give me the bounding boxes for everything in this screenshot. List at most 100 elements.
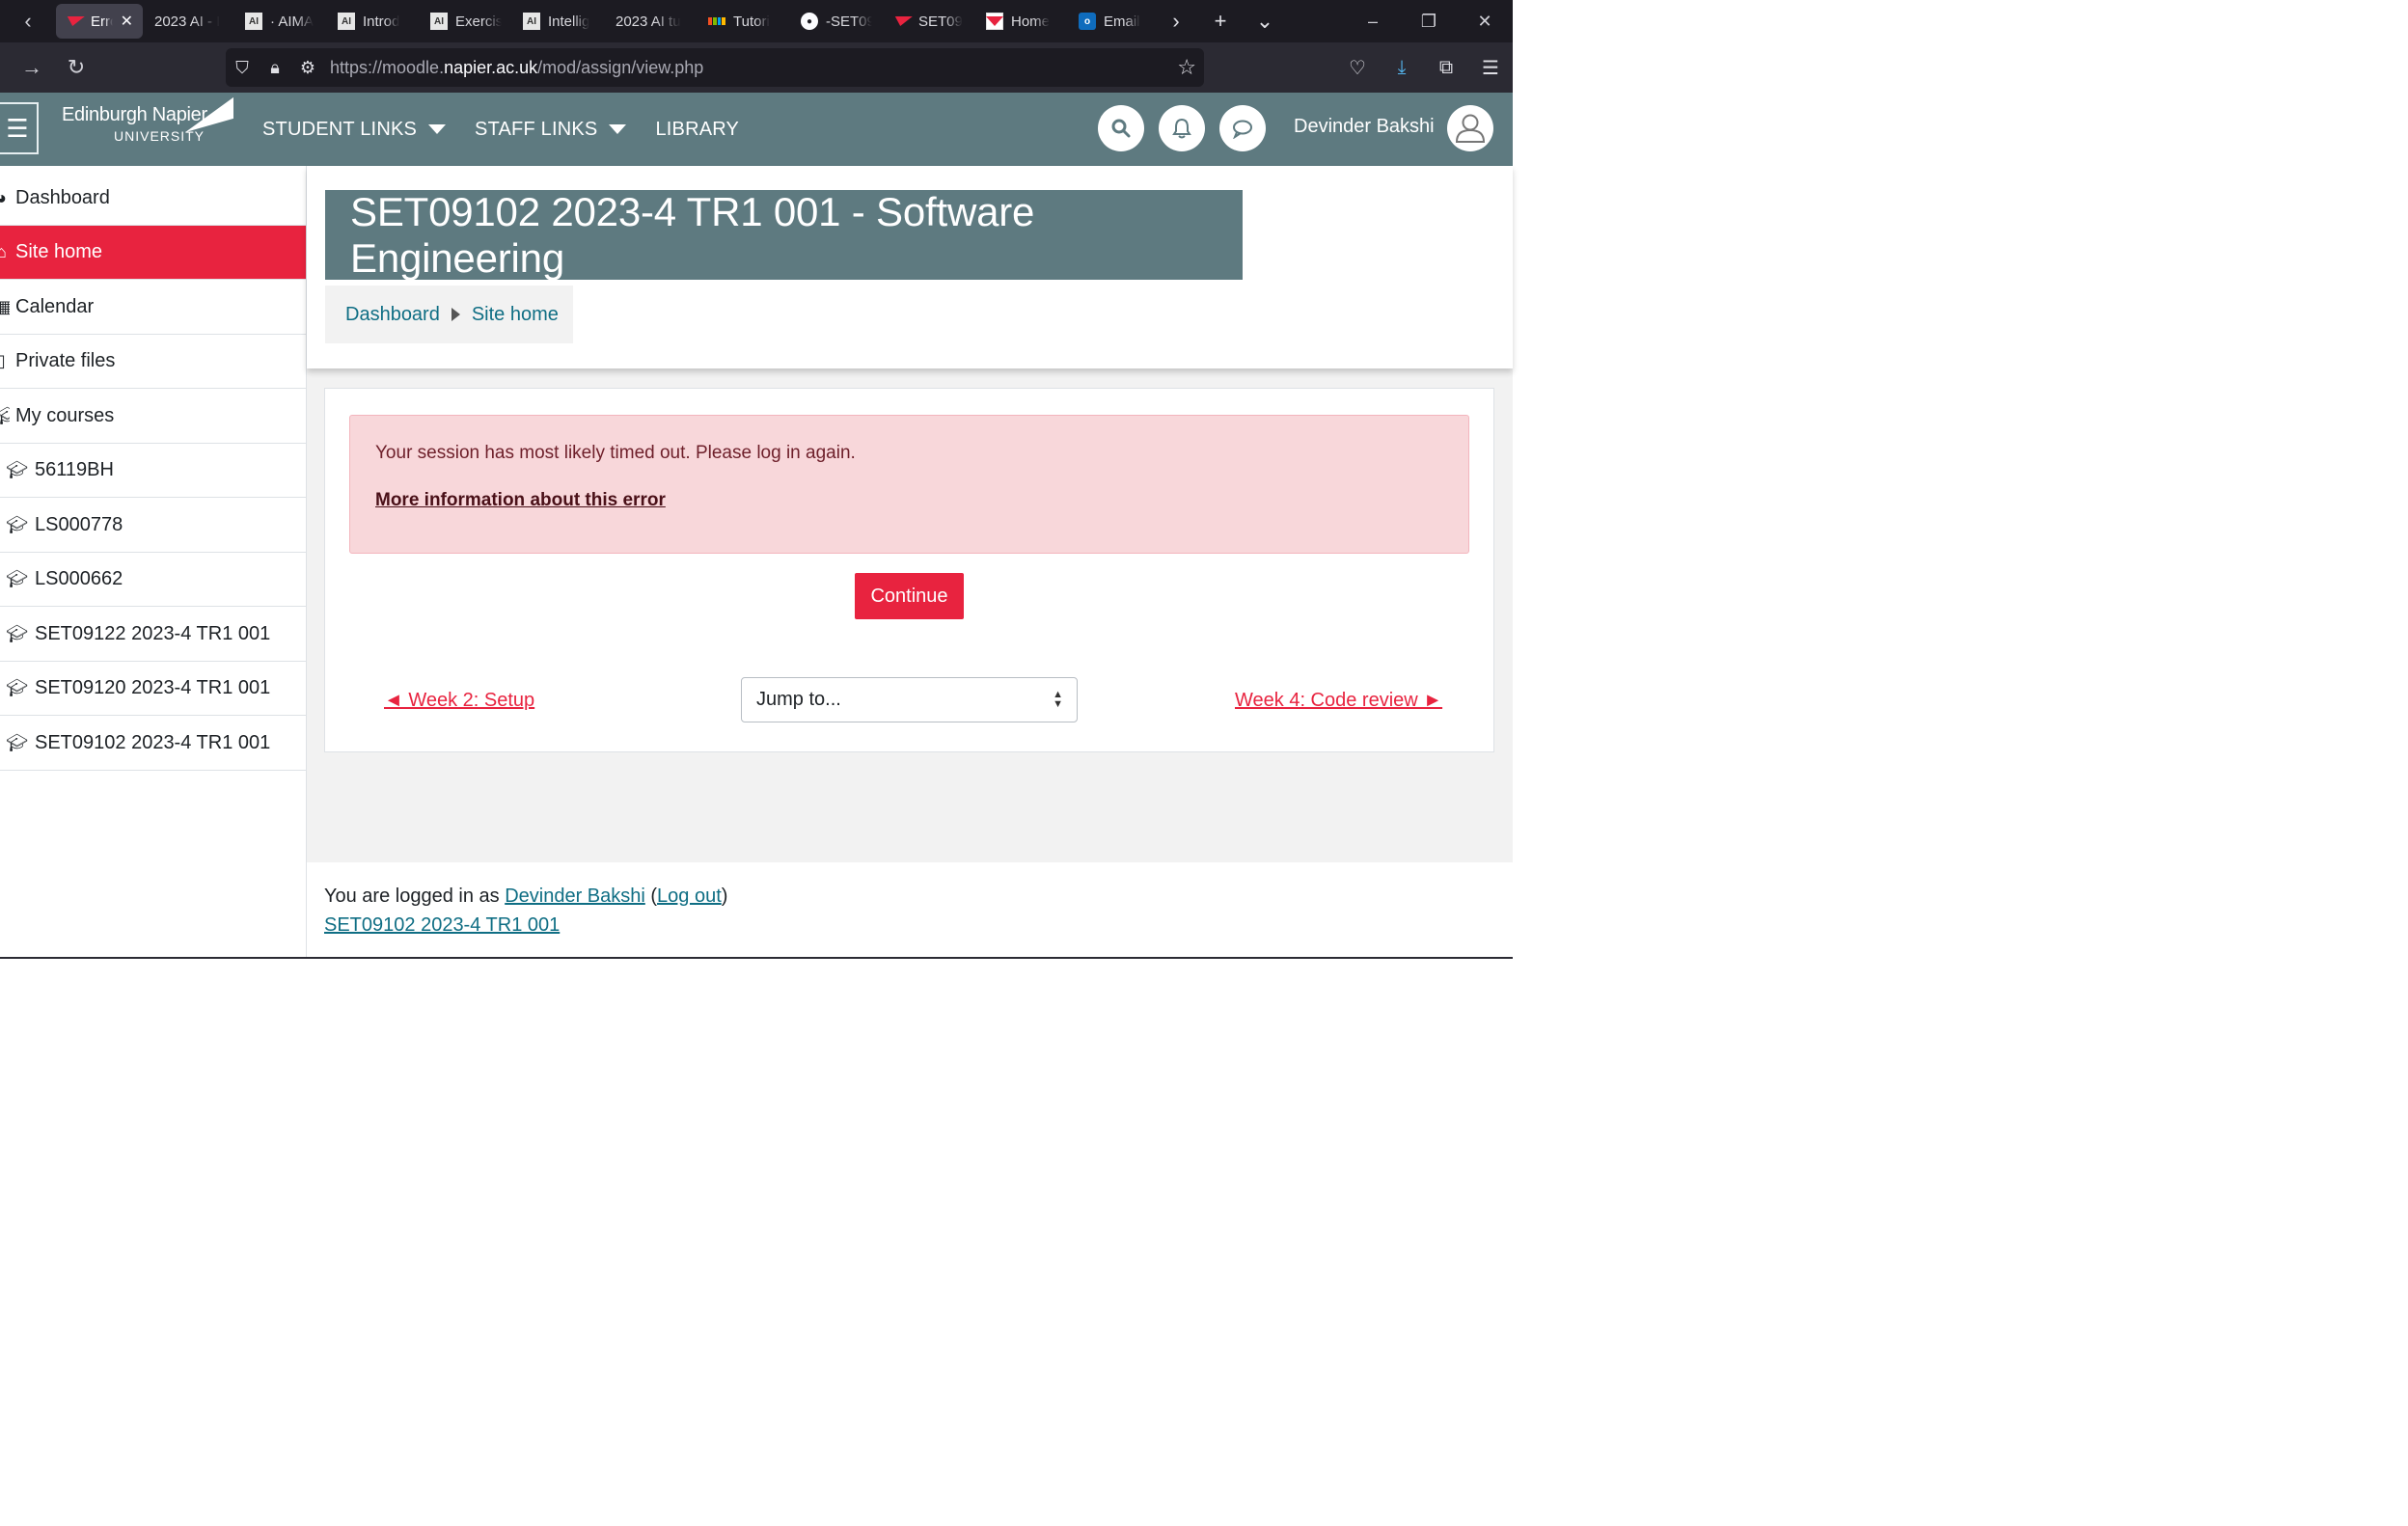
browser-tab[interactable]: AI · AIMA [235, 4, 326, 39]
close-window-icon[interactable]: ✕ [1457, 0, 1513, 42]
select-arrows-icon: ▲ ▼ [1053, 689, 1063, 710]
page-footer [307, 862, 1513, 959]
sidebar-course-item[interactable]: 🎓︎ SET09122 2023-4 TR1 001 [0, 608, 306, 662]
browser-tab[interactable]: Home [976, 4, 1067, 39]
sidebar-course-item[interactable]: 🎓︎ LS000778 [0, 499, 306, 553]
github-icon: ● [801, 13, 818, 30]
tab-scroll-right-icon[interactable]: › [1154, 0, 1198, 42]
sidebar-item-calendar[interactable]: ▦ Calendar [0, 281, 306, 335]
url-text[interactable]: https://moodle.napier.ac.uk/mod/assign/v… [330, 58, 703, 78]
browser-tab[interactable]: o Email [1069, 4, 1156, 39]
course-label: SET09120 2023-4 TR1 001 [35, 677, 271, 698]
napier-icon [891, 13, 913, 30]
reload-icon[interactable]: ↻ [54, 48, 98, 87]
continue-button[interactable]: Continue [855, 573, 964, 619]
next-activity-link[interactable]: Week 4: Code review ► [1235, 690, 1442, 712]
user-name[interactable]: Devinder Bakshi [1294, 116, 1435, 138]
extensions-icon[interactable]: ⧉ [1424, 42, 1468, 93]
browser-tab-bar: ‹ Error ✕ 2023 AI - I AI · AIMA AI Intro… [0, 0, 1513, 42]
notifications-button[interactable] [1159, 105, 1205, 151]
download-icon[interactable]: ⤓ [1380, 42, 1424, 93]
browser-tab[interactable]: 2023 AI - I [145, 4, 233, 39]
logged-in-prefix: You are logged in as [324, 886, 506, 907]
staff-links-label: STAFF LINKS [475, 118, 598, 140]
sidebar-item-dashboard[interactable]: ◕ Dashboard [0, 172, 306, 226]
breadcrumb-dashboard[interactable]: Dashboard [345, 304, 440, 326]
sidebar-item-label: Calendar [15, 296, 95, 317]
sidebar-course-item[interactable]: 🎓︎ SET09102 2023-4 TR1 001 [0, 717, 306, 771]
sidebar-item-private-files[interactable]: ▯ Private files [0, 335, 306, 389]
sidebar-course-item[interactable]: 🎓︎ SET09120 2023-4 TR1 001 [0, 662, 306, 716]
user-avatar-icon [1455, 114, 1486, 143]
tab-bar-controls: › + ⌄ – ❐ ✕ [1154, 0, 1513, 42]
search-button[interactable] [1098, 105, 1144, 151]
tab-title: SET09 [918, 13, 963, 30]
sidebar-item-label: Dashboard [15, 187, 110, 208]
aima-icon: AI [338, 13, 355, 30]
browser-tab[interactable]: ● -SET09 [791, 4, 882, 39]
new-tab-icon[interactable]: + [1198, 0, 1243, 42]
graduation-cap-icon: 🎓︎ [6, 569, 28, 588]
library-link[interactable]: LIBRARY [655, 119, 739, 141]
messages-button[interactable] [1219, 105, 1266, 151]
browser-tab[interactable]: AI Introd [328, 4, 419, 39]
sidebar-course-item[interactable]: 🎓︎ LS000662 [0, 553, 306, 607]
home-icon: ⌂ [0, 242, 7, 261]
sidebar-course-item[interactable]: 🎓︎ 56119BH [0, 444, 306, 498]
breadcrumb-site-home[interactable]: Site home [472, 304, 559, 326]
jump-to-value: Jump to... [756, 689, 841, 710]
browser-tab[interactable]: 2023 AI tu [606, 4, 697, 39]
sidebar-item-label: My courses [15, 405, 115, 426]
pocket-icon[interactable]: ♡ [1335, 42, 1380, 93]
browser-tab[interactable]: Tutori [698, 4, 789, 39]
address-bar[interactable]: ⛉ 🔒︎ ⚙︎ https://moodle.napier.ac.uk/mod/… [226, 48, 1204, 87]
more-info-link[interactable]: More information about this error [375, 490, 666, 511]
url-prefix: https://moodle. [330, 57, 445, 77]
breadcrumb: Dashboard Site home [325, 286, 573, 343]
logo-wing-icon [185, 96, 233, 133]
browser-tab[interactable]: SET09 [884, 4, 974, 39]
tab-title: Intellig [548, 13, 590, 30]
browser-tab[interactable]: AI Exercis [421, 4, 511, 39]
file-icon: ▯ [0, 351, 6, 370]
aima-icon: AI [430, 13, 448, 30]
student-links-menu[interactable]: STUDENT LINKS [262, 119, 447, 141]
graduation-cap-icon: 🎓︎ [6, 460, 28, 479]
minimize-icon[interactable]: – [1345, 0, 1401, 42]
navigation-drawer: ◕ Dashboard ⌂ Site home ▦ Calendar ▯ Pri… [0, 166, 307, 959]
forward-icon[interactable]: → [10, 48, 54, 87]
close-paren: ) [721, 886, 728, 907]
breadcrumb-separator-icon [451, 308, 460, 321]
bookmark-star-icon[interactable]: ☆ [1177, 48, 1196, 87]
graduation-cap-icon: 🎓︎ [6, 733, 28, 752]
sidebar-item-my-courses[interactable]: 🎓︎ My courses [0, 390, 306, 444]
tab-title: Home [1011, 13, 1051, 30]
previous-activity-link[interactable]: ◄ Week 2: Setup [384, 690, 534, 712]
browser-tab-error[interactable]: Error ✕ [56, 4, 143, 39]
browser-tab[interactable]: AI Intellig [513, 4, 604, 39]
restore-icon[interactable]: ❐ [1401, 0, 1457, 42]
course-label: SET09102 2023-4 TR1 001 [35, 732, 271, 753]
list-tabs-icon[interactable]: ⌄ [1243, 0, 1287, 42]
tab-scroll-left-icon[interactable]: ‹ [0, 0, 56, 42]
logout-link[interactable]: Log out [657, 886, 722, 907]
permissions-icon[interactable]: ⚙︎ [291, 48, 324, 87]
course-label: 56119BH [35, 459, 114, 480]
footer-course-link[interactable]: SET09102 2023-4 TR1 001 [324, 914, 560, 937]
close-tab-icon[interactable]: ✕ [121, 12, 133, 31]
graduation-cap-icon: 🎓︎ [6, 678, 28, 697]
tab-title: Introd [363, 13, 400, 30]
footer-user-link[interactable]: Devinder Bakshi [505, 886, 645, 907]
jump-to-select[interactable]: Jump to... ▲ ▼ [741, 677, 1078, 722]
drawer-toggle-button[interactable]: ☰ [0, 102, 39, 154]
user-avatar[interactable] [1447, 105, 1493, 151]
lock-icon[interactable]: 🔒︎ [259, 48, 291, 87]
shield-icon[interactable]: ⛉ [226, 48, 259, 87]
menu-icon[interactable]: ☰ [1468, 42, 1513, 93]
bell-icon [1172, 118, 1191, 139]
staff-links-menu[interactable]: STAFF LINKS [475, 118, 627, 141]
graduation-cap-icon: 🎓︎ [6, 515, 28, 534]
sidebar-item-label: Private files [15, 350, 116, 371]
tab-title: -SET09 [826, 13, 872, 30]
sidebar-item-site-home[interactable]: ⌂ Site home [0, 226, 306, 280]
